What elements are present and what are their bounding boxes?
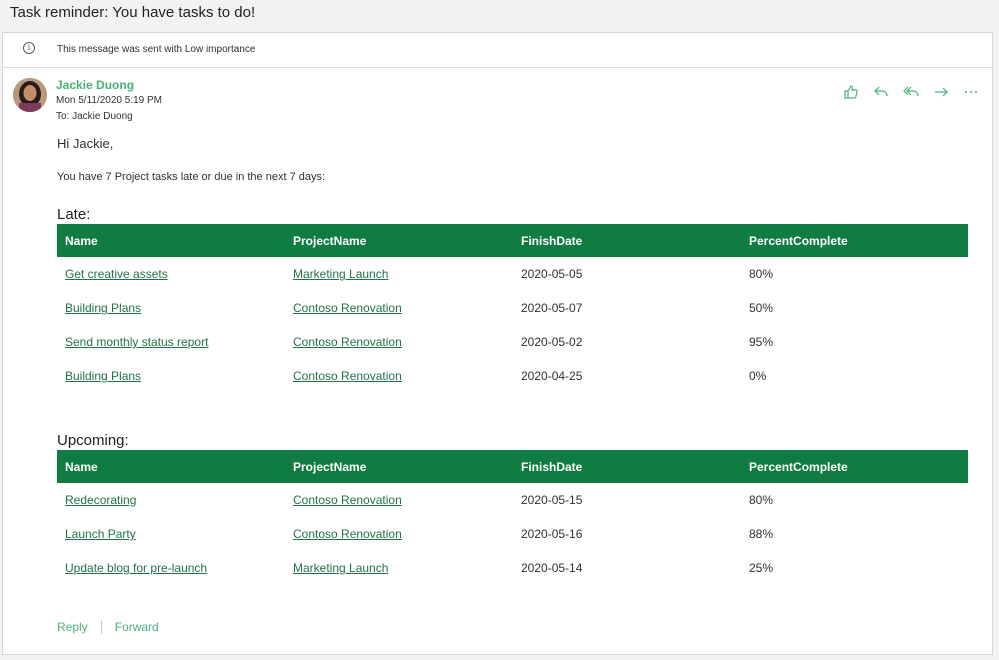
reply-all-button[interactable] <box>902 83 920 101</box>
finish-date: 2020-05-16 <box>521 527 583 541</box>
email-card: i This message was sent with Low importa… <box>2 32 993 655</box>
table-row: Get creative assets Marketing Launch 202… <box>57 257 968 291</box>
percent-complete: 25% <box>749 561 774 575</box>
recipient-name[interactable]: Jackie Duong <box>72 111 133 122</box>
sender-name[interactable]: Jackie Duong <box>56 78 134 92</box>
finish-date: 2020-05-15 <box>521 493 583 507</box>
finish-date: 2020-05-05 <box>521 267 583 281</box>
percent-complete: 88% <box>749 527 774 541</box>
footer-actions: Reply Forward <box>57 620 159 634</box>
to-label: To: <box>56 111 70 122</box>
task-name-link[interactable]: Update blog for pre-launch <box>65 561 207 575</box>
importance-banner: i This message was sent with Low importa… <box>3 33 992 68</box>
more-actions-button[interactable] <box>962 83 980 101</box>
percent-complete: 50% <box>749 301 774 315</box>
task-name-link[interactable]: Redecorating <box>65 493 136 507</box>
email-subject: Task reminder: You have tasks to do! <box>10 4 256 21</box>
column-header-name: Name <box>57 450 285 483</box>
project-name-link[interactable]: Contoso Renovation <box>293 369 402 383</box>
column-header-name: Name <box>57 224 285 257</box>
like-button[interactable] <box>842 83 860 101</box>
recipient-line: To: Jackie Duong <box>56 111 133 122</box>
column-header-percent-complete: PercentComplete <box>741 450 968 483</box>
footer-forward-button[interactable]: Forward <box>115 620 159 634</box>
reply-all-icon <box>903 86 919 97</box>
more-icon <box>965 91 977 93</box>
table-header-row: Name ProjectName FinishDate PercentCompl… <box>57 224 968 257</box>
finish-date: 2020-05-07 <box>521 301 583 315</box>
percent-complete: 95% <box>749 335 774 349</box>
percent-complete: 80% <box>749 493 774 507</box>
project-name-link[interactable]: Marketing Launch <box>293 267 388 281</box>
table-header-row: Name ProjectName FinishDate PercentCompl… <box>57 450 968 483</box>
column-header-finish-date: FinishDate <box>513 450 741 483</box>
table-row: Building Plans Contoso Renovation 2020-0… <box>57 291 968 325</box>
task-name-link[interactable]: Building Plans <box>65 301 141 315</box>
late-section-title: Late: <box>57 206 91 223</box>
table-row: Launch Party Contoso Renovation 2020-05-… <box>57 517 968 551</box>
message-actions <box>842 83 980 101</box>
table-row: Building Plans Contoso Renovation 2020-0… <box>57 359 968 393</box>
forward-button[interactable] <box>932 83 950 101</box>
table-row: Update blog for pre-launch Marketing Lau… <box>57 551 968 585</box>
finish-date: 2020-04-25 <box>521 369 583 383</box>
summary-text: You have 7 Project tasks late or due in … <box>57 171 326 183</box>
upcoming-tasks-table: Name ProjectName FinishDate PercentCompl… <box>57 450 968 585</box>
greeting: Hi Jackie, <box>57 136 114 151</box>
reply-button[interactable] <box>872 83 890 101</box>
info-icon: i <box>23 42 35 54</box>
table-row: Send monthly status report Contoso Renov… <box>57 325 968 359</box>
footer-divider <box>100 620 102 634</box>
footer-reply-button[interactable]: Reply <box>57 620 88 634</box>
task-name-link[interactable]: Get creative assets <box>65 267 168 281</box>
upcoming-section-title: Upcoming: <box>57 432 129 449</box>
importance-text: This message was sent with Low importanc… <box>57 44 256 55</box>
task-name-link[interactable]: Building Plans <box>65 369 141 383</box>
project-name-link[interactable]: Contoso Renovation <box>293 493 402 507</box>
task-name-link[interactable]: Launch Party <box>65 527 136 541</box>
avatar[interactable] <box>13 78 47 112</box>
project-name-link[interactable]: Contoso Renovation <box>293 527 402 541</box>
project-name-link[interactable]: Contoso Renovation <box>293 335 402 349</box>
table-row: Redecorating Contoso Renovation 2020-05-… <box>57 483 968 517</box>
finish-date: 2020-05-02 <box>521 335 583 349</box>
task-name-link[interactable]: Send monthly status report <box>65 335 208 349</box>
finish-date: 2020-05-14 <box>521 561 583 575</box>
reply-icon <box>874 86 888 97</box>
forward-icon <box>935 87 948 97</box>
project-name-link[interactable]: Marketing Launch <box>293 561 388 575</box>
column-header-project: ProjectName <box>285 450 513 483</box>
column-header-project: ProjectName <box>285 224 513 257</box>
thumbs-up-icon <box>844 85 858 99</box>
late-tasks-table: Name ProjectName FinishDate PercentCompl… <box>57 224 968 393</box>
sent-timestamp: Mon 5/11/2020 5:19 PM <box>56 95 162 106</box>
column-header-finish-date: FinishDate <box>513 224 741 257</box>
percent-complete: 0% <box>749 369 767 383</box>
project-name-link[interactable]: Contoso Renovation <box>293 301 402 315</box>
percent-complete: 80% <box>749 267 774 281</box>
column-header-percent-complete: PercentComplete <box>741 224 968 257</box>
